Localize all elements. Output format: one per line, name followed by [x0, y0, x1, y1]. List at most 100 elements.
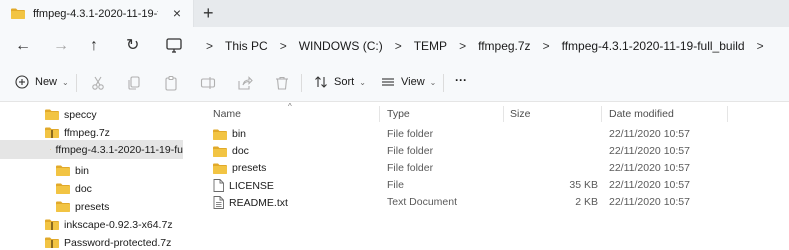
sidebar-item-presets[interactable]: presets	[56, 197, 109, 216]
column-divider[interactable]	[379, 106, 380, 122]
plus-circle-icon	[15, 75, 29, 89]
view-button[interactable]: View ⌄	[381, 75, 436, 89]
breadcrumb-item[interactable]: This PC	[225, 39, 268, 53]
refresh-icon[interactable]: ↻	[126, 37, 139, 55]
folder-icon	[213, 163, 227, 174]
up-arrow-icon[interactable]: ↑	[90, 37, 98, 55]
sidebar-item-doc[interactable]: doc	[56, 179, 92, 198]
sidebar-item-bin[interactable]: bin	[56, 161, 89, 180]
navigation-pane: speccy ffmpeg.7z ffmpeg-4.3.1-2020-11-19…	[0, 102, 197, 250]
folder-icon	[11, 8, 25, 19]
new-button[interactable]: New ⌄	[15, 75, 69, 89]
file-name-cell: bin	[213, 128, 246, 140]
file-size: 2 KB	[575, 196, 598, 208]
divider	[301, 74, 302, 92]
folder-icon	[213, 146, 227, 157]
sidebar-item-inkscape-7z[interactable]: inkscape-0.92.3-x64.7z	[45, 215, 173, 234]
file-date: 22/11/2020 10:57	[609, 128, 690, 140]
sidebar-item-label: doc	[75, 182, 92, 195]
sidebar-item-ffmpeg-build[interactable]: ffmpeg-4.3.1-2020-11-19-fu	[0, 140, 183, 159]
file-type: File folder	[387, 162, 434, 174]
sort-caret-icon: ^	[288, 102, 292, 111]
breadcrumb-separator[interactable]: >	[280, 39, 287, 53]
breadcrumb: > This PC > WINDOWS (C:) > TEMP > ffmpeg…	[194, 39, 776, 53]
archive-icon	[45, 219, 59, 230]
breadcrumb-separator[interactable]: >	[395, 39, 402, 53]
more-icon: ···	[455, 73, 467, 87]
file-name-cell: presets	[213, 162, 266, 174]
column-header-size[interactable]: Size	[510, 108, 530, 120]
cut-icon[interactable]	[90, 75, 106, 91]
forward-arrow-icon[interactable]: →	[53, 37, 69, 55]
new-label: New	[35, 76, 58, 88]
breadcrumb-item[interactable]: TEMP	[414, 39, 447, 53]
breadcrumb-item[interactable]: ffmpeg.7z	[478, 39, 530, 53]
column-header-name[interactable]: Name	[213, 108, 241, 120]
folder-icon	[56, 165, 70, 176]
view-label: View	[401, 76, 425, 88]
file-name-cell: LICENSE	[213, 179, 274, 192]
new-tab-icon[interactable]: +	[203, 3, 214, 23]
file-list: ^ Name Type Size Date modified bin File …	[197, 102, 789, 250]
file-row[interactable]: README.txt Text Document 2 KB 22/11/2020…	[197, 194, 789, 213]
rename-icon[interactable]	[200, 75, 216, 91]
file-name-cell: doc	[213, 145, 249, 157]
file-name: bin	[232, 128, 247, 140]
breadcrumb-item[interactable]: ffmpeg-4.3.1-2020-11-19-full_build	[562, 39, 745, 53]
column-header-type[interactable]: Type	[387, 108, 410, 120]
more-options-button[interactable]: ···	[455, 73, 467, 87]
copy-icon[interactable]	[126, 75, 142, 91]
back-arrow-icon[interactable]: ←	[15, 37, 31, 55]
file-date: 22/11/2020 10:57	[609, 145, 690, 157]
text-file-icon	[213, 196, 224, 209]
column-divider[interactable]	[727, 106, 728, 122]
folder-icon	[213, 129, 227, 140]
column-header-date-modified[interactable]: Date modified	[609, 108, 674, 120]
folder-icon	[56, 183, 70, 194]
file-type: Text Document	[387, 196, 458, 208]
monitor-icon	[166, 38, 182, 53]
file-icon	[213, 179, 224, 192]
sidebar-item-label: Password-protected.7z	[64, 236, 172, 249]
file-type: File folder	[387, 145, 434, 157]
file-date: 22/11/2020 10:57	[609, 196, 690, 208]
close-tab-icon[interactable]: ×	[173, 5, 181, 21]
address-bar[interactable]: > This PC > WINDOWS (C:) > TEMP > ffmpeg…	[152, 31, 789, 61]
sidebar-item-label: ffmpeg-4.3.1-2020-11-19-fu	[55, 143, 183, 156]
sidebar-item-label: presets	[75, 200, 110, 213]
paste-icon[interactable]	[163, 75, 179, 91]
file-name: LICENSE	[229, 179, 274, 192]
breadcrumb-item[interactable]: WINDOWS (C:)	[299, 39, 383, 53]
file-date: 22/11/2020 10:57	[609, 179, 690, 191]
breadcrumb-separator[interactable]: >	[459, 39, 466, 53]
chevron-down-icon: ⌄	[359, 77, 366, 87]
file-type: File folder	[387, 128, 434, 140]
sort-label: Sort	[334, 76, 355, 88]
breadcrumb-separator[interactable]: >	[206, 39, 213, 53]
divider	[443, 74, 444, 92]
tab-title: ffmpeg-4.3.1-2020-11-19-full_b	[33, 7, 158, 20]
breadcrumb-separator[interactable]: >	[543, 39, 550, 53]
file-type: File	[387, 179, 404, 191]
folder-icon	[56, 201, 70, 212]
tab-strip: ffmpeg-4.3.1-2020-11-19-full_b × +	[0, 0, 789, 27]
sidebar-item-password-protected-7z[interactable]: Password-protected.7z	[45, 233, 171, 250]
folder-icon	[45, 109, 59, 120]
column-divider[interactable]	[601, 106, 602, 122]
archive-icon	[45, 237, 59, 248]
trash-icon[interactable]	[274, 75, 290, 91]
sidebar-item-speccy[interactable]: speccy	[45, 105, 97, 124]
breadcrumb-separator[interactable]: >	[757, 39, 764, 53]
tab-active[interactable]: ffmpeg-4.3.1-2020-11-19-full_b ×	[0, 0, 194, 27]
folder-icon	[50, 149, 51, 150]
navigation-bar: ← → ↑ ↻ > This PC > WINDOWS (C:) > TEMP …	[0, 27, 789, 65]
file-name-cell: README.txt	[213, 196, 288, 209]
sidebar-item-label: speccy	[64, 108, 97, 121]
column-divider[interactable]	[503, 106, 504, 122]
file-size: 35 KB	[569, 179, 598, 191]
file-date: 22/11/2020 10:57	[609, 162, 690, 174]
file-name: presets	[232, 162, 267, 174]
chevron-down-icon: ⌄	[62, 77, 69, 87]
share-icon[interactable]	[237, 75, 253, 91]
sort-button[interactable]: Sort ⌄	[314, 75, 366, 89]
